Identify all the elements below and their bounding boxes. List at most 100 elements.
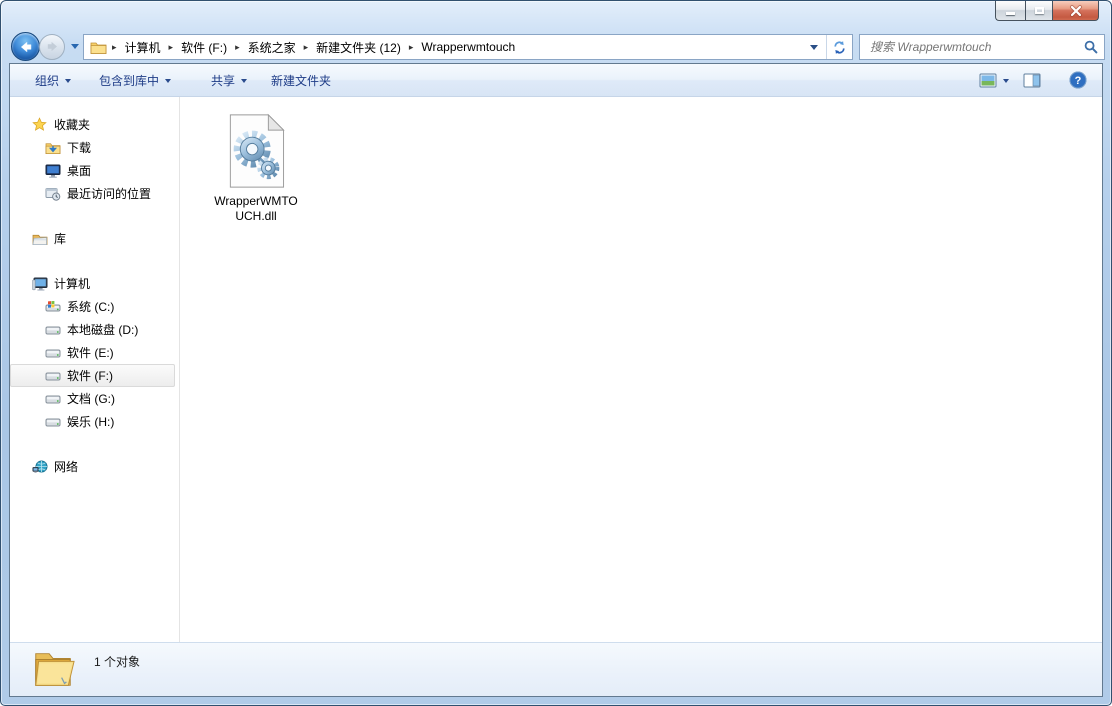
dropdown-arrow-icon: [810, 45, 818, 50]
computer-icon: [31, 276, 48, 292]
sidebar-gap: [10, 433, 179, 455]
sidebar-item-label: 收藏夹: [54, 116, 90, 133]
title-bar[interactable]: [1, 1, 1111, 31]
forward-arrow-icon: [45, 39, 60, 54]
address-folder-icon[interactable]: [84, 35, 111, 59]
explorer-window: ▸ 计算机 ▸ 软件 (F:) ▸ 系统之家 ▸ 新建文件夹 (12) ▸ Wr…: [0, 0, 1112, 706]
change-view-button[interactable]: [974, 69, 1014, 92]
sidebar-item-drive-c[interactable]: 系统 (C:): [10, 295, 175, 318]
sidebar-item-label: 软件 (E:): [67, 344, 114, 361]
desktop-icon: [44, 163, 61, 179]
sidebar-item-network[interactable]: 网络: [10, 455, 175, 478]
sidebar-item-downloads[interactable]: 下载: [10, 136, 175, 159]
include-in-library-label: 包含到库中: [99, 72, 159, 89]
sidebar-item-label: 库: [54, 230, 66, 247]
drive-icon: [44, 391, 61, 407]
sidebar-item-favorites[interactable]: 收藏夹: [10, 113, 175, 136]
forward-button[interactable]: [39, 34, 65, 60]
sidebar-item-label: 最近访问的位置: [67, 185, 151, 202]
libraries-icon: [31, 231, 48, 247]
sidebar-gap: [10, 250, 179, 272]
breadcrumb-drive-f[interactable]: 软件 (F:): [174, 35, 234, 59]
preview-pane-button[interactable]: [1018, 69, 1046, 92]
maximize-button[interactable]: [1025, 1, 1053, 21]
sidebar-item-recent-places[interactable]: 最近访问的位置: [10, 182, 175, 205]
refresh-icon: [832, 40, 847, 55]
address-dropdown-button[interactable]: [802, 35, 826, 59]
file-item-wrapperwmtouch-dll[interactable]: WrapperWMTOUCH.dll: [202, 109, 310, 228]
download-folder-icon: [44, 140, 61, 156]
breadcrumb-new-folder-12[interactable]: 新建文件夹 (12): [309, 35, 408, 59]
back-button[interactable]: [11, 32, 40, 61]
breadcrumb-wrapperwmtouch[interactable]: Wrapperwmtouch: [414, 35, 522, 59]
sidebar-item-label: 系统 (C:): [67, 298, 114, 315]
sidebar-item-label: 下载: [67, 139, 91, 156]
include-in-library-button[interactable]: 包含到库中: [92, 68, 178, 93]
sidebar-item-computer[interactable]: 计算机: [10, 272, 175, 295]
sidebar-item-drive-g[interactable]: 文档 (G:): [10, 387, 175, 410]
sidebar-item-drive-d[interactable]: 本地磁盘 (D:): [10, 318, 175, 341]
drive-icon: [44, 322, 61, 338]
sidebar-item-label: 本地磁盘 (D:): [67, 321, 138, 338]
recent-places-icon: [44, 186, 61, 202]
maximize-icon: [1035, 7, 1044, 14]
dropdown-arrow-icon: [1003, 79, 1009, 83]
details-pane: 1 个对象: [10, 642, 1102, 696]
breadcrumb-xitongzhijia[interactable]: 系统之家: [241, 35, 303, 59]
recent-pages-chevron[interactable]: [71, 44, 79, 49]
sidebar-item-drive-f[interactable]: 软件 (F:): [10, 364, 175, 387]
close-icon: [1068, 4, 1084, 18]
close-button[interactable]: [1053, 1, 1099, 21]
item-count-label: 1 个对象: [94, 653, 140, 670]
share-button[interactable]: 共享: [204, 68, 254, 93]
help-button[interactable]: ?: [1064, 67, 1092, 93]
views-icon: [979, 73, 997, 88]
file-name-label: WrapperWMTOUCH.dll: [210, 194, 302, 224]
drive-icon: [44, 345, 61, 361]
sidebar-item-label: 软件 (F:): [67, 367, 113, 384]
drive-icon: [44, 414, 61, 430]
minimize-icon: [1006, 12, 1015, 15]
svg-text:?: ?: [1075, 75, 1082, 87]
file-list-area[interactable]: WrapperWMTOUCH.dll: [180, 97, 1102, 642]
organize-label: 组织: [35, 72, 59, 89]
preview-pane-icon: [1023, 73, 1041, 88]
sidebar-item-label: 娱乐 (H:): [67, 413, 114, 430]
refresh-button[interactable]: [826, 35, 852, 59]
dropdown-arrow-icon: [241, 79, 247, 83]
dropdown-arrow-icon: [165, 79, 171, 83]
sidebar-item-label: 网络: [54, 458, 78, 475]
sidebar-item-drive-h[interactable]: 娱乐 (H:): [10, 410, 175, 433]
address-bar-space[interactable]: [522, 35, 802, 59]
help-icon: ?: [1069, 71, 1087, 89]
sidebar-item-label: 桌面: [67, 162, 91, 179]
star-icon: [31, 117, 48, 133]
sidebar-item-drive-e[interactable]: 软件 (E:): [10, 341, 175, 364]
sidebar-item-desktop[interactable]: 桌面: [10, 159, 175, 182]
search-box[interactable]: [859, 34, 1105, 60]
window-controls: [995, 1, 1099, 21]
navigation-pane: 收藏夹 下载: [10, 97, 180, 642]
dll-file-icon: [225, 113, 287, 189]
breadcrumb-computer[interactable]: 计算机: [118, 35, 168, 59]
client-area: 组织 包含到库中 共享 新建文件夹: [9, 63, 1103, 697]
back-arrow-icon: [18, 39, 34, 55]
search-icon[interactable]: [1084, 40, 1098, 54]
folder-icon: [30, 646, 76, 695]
network-icon: [31, 459, 48, 475]
new-folder-button[interactable]: 新建文件夹: [264, 68, 338, 93]
sidebar-gap: [10, 205, 179, 227]
dropdown-arrow-icon: [65, 79, 71, 83]
address-bar[interactable]: ▸ 计算机 ▸ 软件 (F:) ▸ 系统之家 ▸ 新建文件夹 (12) ▸ Wr…: [83, 34, 853, 60]
sidebar-item-label: 计算机: [54, 275, 90, 292]
toolbar-right-group: ?: [974, 67, 1092, 93]
organize-button[interactable]: 组织: [28, 68, 78, 93]
system-drive-icon: [44, 299, 61, 315]
minimize-button[interactable]: [995, 1, 1025, 21]
search-input[interactable]: [868, 39, 1084, 55]
window-body: 收藏夹 下载: [10, 97, 1102, 642]
navigation-bar: ▸ 计算机 ▸ 软件 (F:) ▸ 系统之家 ▸ 新建文件夹 (12) ▸ Wr…: [1, 31, 1111, 63]
new-folder-label: 新建文件夹: [271, 72, 331, 89]
command-bar: 组织 包含到库中 共享 新建文件夹: [10, 64, 1102, 97]
sidebar-item-libraries[interactable]: 库: [10, 227, 175, 250]
